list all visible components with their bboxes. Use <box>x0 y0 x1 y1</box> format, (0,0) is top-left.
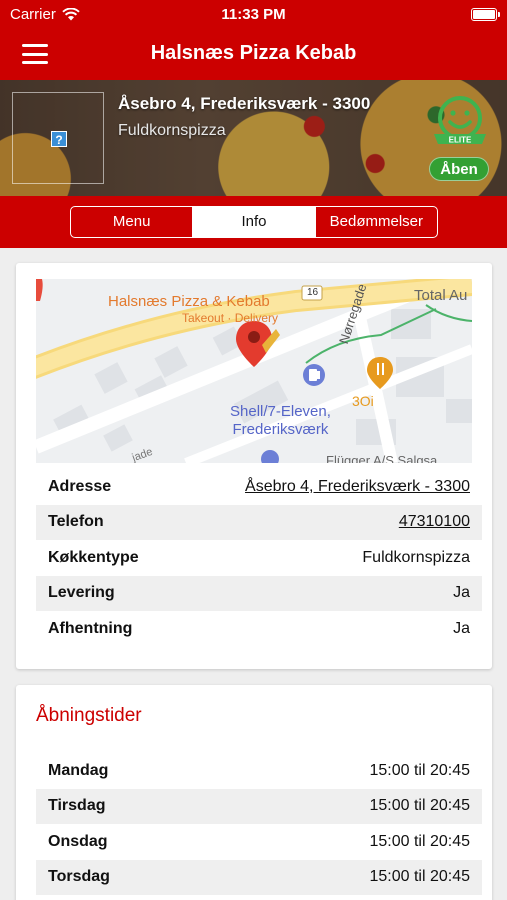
restaurant-logo-placeholder: ? <box>12 92 104 184</box>
hours-value: 15:00 til 20:45 <box>369 761 470 779</box>
info-row-phone: Telefon 47310100 <box>36 504 482 540</box>
hours-value: 15:00 til 20:45 <box>369 832 470 850</box>
info-label: Afhentning <box>48 619 133 637</box>
info-value: Ja <box>453 584 470 602</box>
battery-icon <box>471 8 500 21</box>
map-gas-station-label: Shell/7-Eleven, Frederiksværk <box>230 403 331 438</box>
map-road-number: 16 <box>307 287 319 298</box>
hours-row: Mandag 15:00 til 20:45 <box>36 753 482 789</box>
info-value: Fuldkornspizza <box>362 548 470 566</box>
info-row-address: Adresse Åsebro 4, Frederiksværk - 3300 <box>36 469 482 505</box>
tab-reviews[interactable]: Bedømmelser <box>314 207 437 237</box>
info-row-delivery: Levering Ja <box>36 575 482 611</box>
day-label: Onsdag <box>48 832 108 850</box>
map-flugger-label: Flügger A/S Salgsa <box>326 453 438 463</box>
hours-row: Torsdag 15:00 til 20:45 <box>36 859 482 895</box>
elite-label: ELITE <box>449 136 472 145</box>
hours-value: 15:00 til 20:45 <box>369 868 470 886</box>
info-value: Ja <box>453 619 470 637</box>
page-title: Halsnæs Pizza Kebab <box>150 42 357 64</box>
day-label: Torsdag <box>48 868 110 886</box>
restaurant-cuisine: Fuldkornspizza <box>118 122 226 139</box>
hours-row: Tirsdag 15:00 til 20:45 <box>36 788 482 824</box>
day-label: Mandag <box>48 761 109 779</box>
map-place-name: Halsnæs Pizza & Kebab <box>108 293 270 310</box>
opening-hours-card: Åbningstider Mandag 15:00 til 20:45 Tirs… <box>16 685 492 900</box>
day-label: Tirsdag <box>48 797 106 815</box>
segmented-control: Menu Info Bedømmelser <box>70 206 438 238</box>
restaurant-address: Åsebro 4, Frederiksværk - 3300 <box>118 94 371 113</box>
opening-hours-table: Mandag 15:00 til 20:45 Tirsdag 15:00 til… <box>36 753 482 895</box>
info-label: Køkkentype <box>48 548 139 566</box>
clock: 11:33 PM <box>221 6 286 23</box>
hours-row: Onsdag 15:00 til 20:45 <box>36 824 482 860</box>
nav-bar: Halsnæs Pizza Kebab <box>0 30 507 80</box>
missing-image-icon: ? <box>51 131 67 147</box>
gas-station-icon <box>303 364 325 386</box>
address-link[interactable]: Åsebro 4, Frederiksværk - 3300 <box>245 478 470 496</box>
info-row-cuisine: Køkkentype Fuldkornspizza <box>36 540 482 576</box>
location-map[interactable]: Halsnæs Pizza & Kebab Takeout · Delivery… <box>36 279 472 463</box>
tab-menu[interactable]: Menu <box>71 207 192 237</box>
open-status-badge: Åben <box>429 157 489 181</box>
restaurant-banner: ? Åsebro 4, Frederiksværk - 3300 Fuldkor… <box>0 80 507 196</box>
info-table: Adresse Åsebro 4, Frederiksværk - 3300 T… <box>36 469 482 647</box>
info-label: Telefon <box>48 513 104 531</box>
map-shop-label: 3Oi <box>352 393 374 409</box>
tab-bar: Menu Info Bedømmelser <box>0 196 507 248</box>
info-card: Halsnæs Pizza & Kebab Takeout · Delivery… <box>16 263 492 669</box>
status-bar: Carrier 11:33 PM <box>0 0 507 30</box>
tab-info[interactable]: Info <box>192 207 315 237</box>
opening-hours-title: Åbningstider <box>36 705 142 726</box>
phone-link[interactable]: 47310100 <box>399 513 470 531</box>
map-total-label: Total Au <box>414 287 468 304</box>
info-label: Levering <box>48 584 115 602</box>
info-label: Adresse <box>48 477 112 495</box>
hours-value: 15:00 til 20:45 <box>369 797 470 815</box>
map-place-subtitle: Takeout · Delivery <box>182 311 279 325</box>
elite-smiley-icon: ELITE <box>434 96 486 145</box>
info-row-pickup: Afhentning Ja <box>36 611 482 647</box>
